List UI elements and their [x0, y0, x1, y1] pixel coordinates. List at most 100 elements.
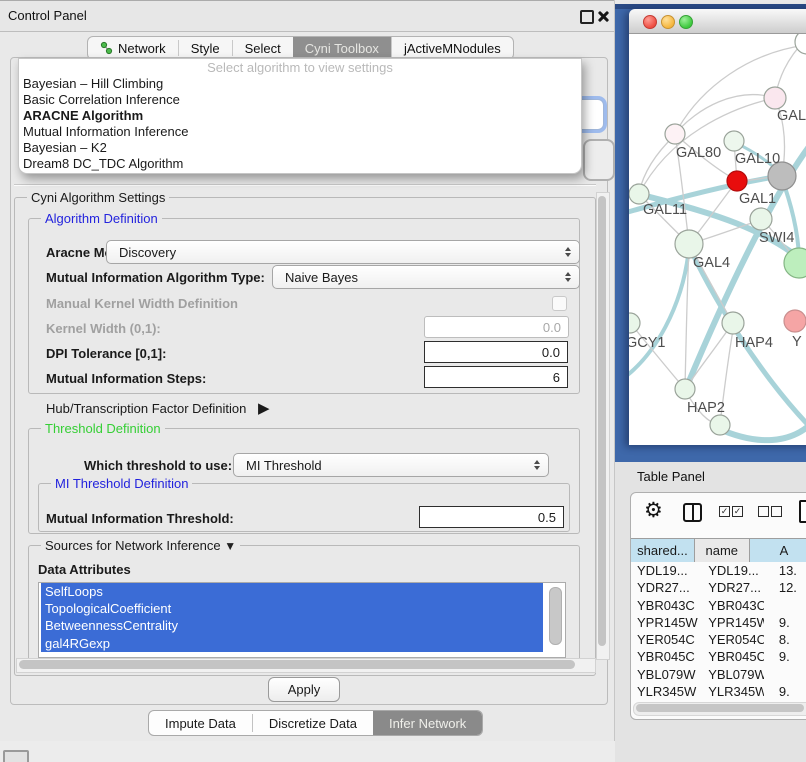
- mi-threshold-field[interactable]: 0.5: [419, 506, 564, 528]
- algorithm-menu-item[interactable]: Basic Correlation Inference: [19, 92, 581, 108]
- table-cell[interactable]: YBL079W: [631, 666, 702, 683]
- sources-title-text: Sources for Network Inference: [45, 538, 221, 553]
- close-panel-icon[interactable]: [597, 10, 610, 23]
- expanded-arrow-icon[interactable]: ▼: [224, 539, 236, 553]
- network-node-gcy1[interactable]: [629, 313, 640, 333]
- apply-button[interactable]: Apply: [268, 677, 340, 702]
- table-cell[interactable]: 13.: [764, 562, 806, 579]
- network-node-gal11[interactable]: [629, 184, 649, 204]
- network-node-gal[interactable]: [764, 87, 786, 109]
- table-cell[interactable]: YER054C: [631, 631, 702, 648]
- data-attribute-item[interactable]: TopologicalCoefficient: [41, 600, 543, 617]
- data-attribute-item[interactable]: BetweennessCentrality: [41, 617, 543, 634]
- table-cell[interactable]: YDR27...: [702, 579, 764, 596]
- network-node-label: GAL80: [676, 145, 721, 161]
- which-threshold-combo[interactable]: MI Threshold: [233, 453, 549, 477]
- table-cell[interactable]: YPR145W: [631, 614, 702, 631]
- network-node-gal80[interactable]: [665, 124, 685, 144]
- settings-vertical-scrollbar[interactable]: [596, 192, 610, 660]
- table-cell[interactable]: YBR045C: [631, 648, 702, 665]
- table-cell[interactable]: YER054C: [702, 631, 764, 648]
- table-cell[interactable]: YDR27...: [631, 579, 702, 596]
- zoom-window-icon[interactable]: [679, 15, 693, 29]
- checked-checkbox-icon[interactable]: ✓: [719, 506, 730, 517]
- manual-kernel-checkbox[interactable]: [552, 296, 567, 311]
- gear-icon[interactable]: ⚙: [644, 498, 663, 523]
- table-column-header[interactable]: name: [695, 539, 750, 562]
- table-cell[interactable]: YDL19...: [702, 562, 764, 579]
- table-horizontal-scrollbar[interactable]: [633, 702, 806, 716]
- data-attribute-item[interactable]: gal4RGexp: [41, 635, 543, 652]
- tab-select[interactable]: Select: [233, 37, 293, 59]
- table-cell[interactable]: YLR345W: [631, 683, 702, 700]
- float-panel-icon[interactable]: [580, 10, 594, 24]
- aracne-mode-combo[interactable]: Discovery: [106, 240, 580, 264]
- table-cell[interactable]: 8.: [764, 631, 806, 648]
- attributes-list-scrollbar[interactable]: [549, 587, 562, 645]
- table-cell[interactable]: 9.: [764, 683, 806, 700]
- network-edge[interactable]: [631, 324, 684, 388]
- table-cell[interactable]: YBR043C: [631, 597, 702, 614]
- algorithm-menu-item[interactable]: ARACNE Algorithm: [19, 108, 581, 124]
- tab-discretize-data[interactable]: Discretize Data: [253, 711, 373, 735]
- table-column-header[interactable]: shared...: [631, 539, 695, 562]
- close-window-icon[interactable]: [643, 15, 657, 29]
- network-edge[interactable]: [629, 248, 689, 380]
- table-column-header[interactable]: A: [750, 539, 806, 562]
- table-cell[interactable]: YBR043C: [702, 597, 764, 614]
- tab-style[interactable]: Style: [179, 37, 232, 59]
- table-cell[interactable]: 9.: [764, 648, 806, 665]
- data-attributes-list[interactable]: SelfLoopsTopologicalCoefficientBetweenne…: [38, 582, 566, 658]
- algorithm-menu-item[interactable]: Bayesian – K2: [19, 140, 581, 156]
- algorithm-menu-item[interactable]: Bayesian – Hill Climbing: [19, 76, 581, 92]
- tab-network[interactable]: Network: [88, 37, 178, 59]
- table-cell[interactable]: YLR345W: [702, 683, 764, 700]
- network-node-y[interactable]: [784, 310, 806, 332]
- network-node[interactable]: [795, 34, 806, 54]
- table-cell[interactable]: [764, 597, 806, 614]
- new-column-icon[interactable]: [799, 500, 806, 523]
- tab-network-label: Network: [118, 41, 166, 56]
- network-node-label: GAL4: [693, 255, 730, 271]
- table-cell[interactable]: 9.: [764, 614, 806, 631]
- algorithm-menu-item[interactable]: Mutual Information Inference: [19, 124, 581, 140]
- network-graph: GALGAL80GAL10GAL1GAL11SWI4GAL4GCY1HAP4YH…: [629, 34, 806, 445]
- table-cell[interactable]: 12.: [764, 579, 806, 596]
- network-node-gal1[interactable]: [727, 171, 747, 191]
- tab-infer-network[interactable]: Infer Network: [373, 711, 482, 735]
- unchecked-checkbox-icon[interactable]: [758, 506, 769, 517]
- network-node-hap4[interactable]: [722, 312, 744, 334]
- network-window-titlebar[interactable]: [629, 9, 806, 34]
- tab-jactivemnodules[interactable]: jActiveMNodules: [391, 37, 513, 59]
- mi-steps-label: Mutual Information Steps:: [46, 371, 206, 386]
- node-table-box: ⚙ ✓ ✓ shared...nameA YDL19...YDL19...13.…: [630, 492, 806, 720]
- checked-checkbox-icon[interactable]: ✓: [732, 506, 743, 517]
- table-cell[interactable]: YDL19...: [631, 562, 702, 579]
- table-cell[interactable]: YPR145W: [702, 614, 764, 631]
- network-node-gal4[interactable]: [675, 230, 703, 258]
- network-node-label: SWI4: [759, 230, 794, 246]
- tab-cyni-toolbox[interactable]: Cyni Toolbox: [293, 37, 391, 59]
- network-node-gal10[interactable]: [724, 131, 744, 151]
- settings-horizontal-scrollbar[interactable]: [16, 658, 596, 673]
- table-cell[interactable]: [764, 666, 806, 683]
- network-node-hap2[interactable]: [675, 379, 695, 399]
- algorithm-menu-item[interactable]: Dream8 DC_TDC Algorithm: [19, 156, 581, 172]
- mi-steps-field[interactable]: 6: [424, 366, 568, 388]
- dpi-tolerance-field[interactable]: 0.0: [424, 341, 568, 363]
- tab-impute-data[interactable]: Impute Data: [149, 711, 252, 735]
- hub-section-toggle[interactable]: Hub/Transcription Factor Definition ▶: [46, 399, 270, 417]
- column-layout-icon[interactable]: [683, 503, 702, 522]
- unchecked-checkbox-icon[interactable]: [771, 506, 782, 517]
- network-node-swi4[interactable]: [750, 208, 772, 230]
- network-canvas[interactable]: GALGAL80GAL10GAL1GAL11SWI4GAL4GCY1HAP4YH…: [629, 34, 806, 445]
- mi-type-combo[interactable]: Naive Bayes: [272, 265, 580, 289]
- table-row: YBR045CYBR045C9.: [631, 648, 806, 665]
- kernel-width-field[interactable]: 0.0: [424, 316, 569, 338]
- table-cell[interactable]: YBL079W: [702, 666, 764, 683]
- data-attribute-item[interactable]: SelfLoops: [41, 583, 543, 600]
- minimize-window-icon[interactable]: [661, 15, 675, 29]
- corner-widget[interactable]: [3, 750, 29, 762]
- table-cell[interactable]: YBR045C: [702, 648, 764, 665]
- network-node[interactable]: [710, 415, 730, 435]
